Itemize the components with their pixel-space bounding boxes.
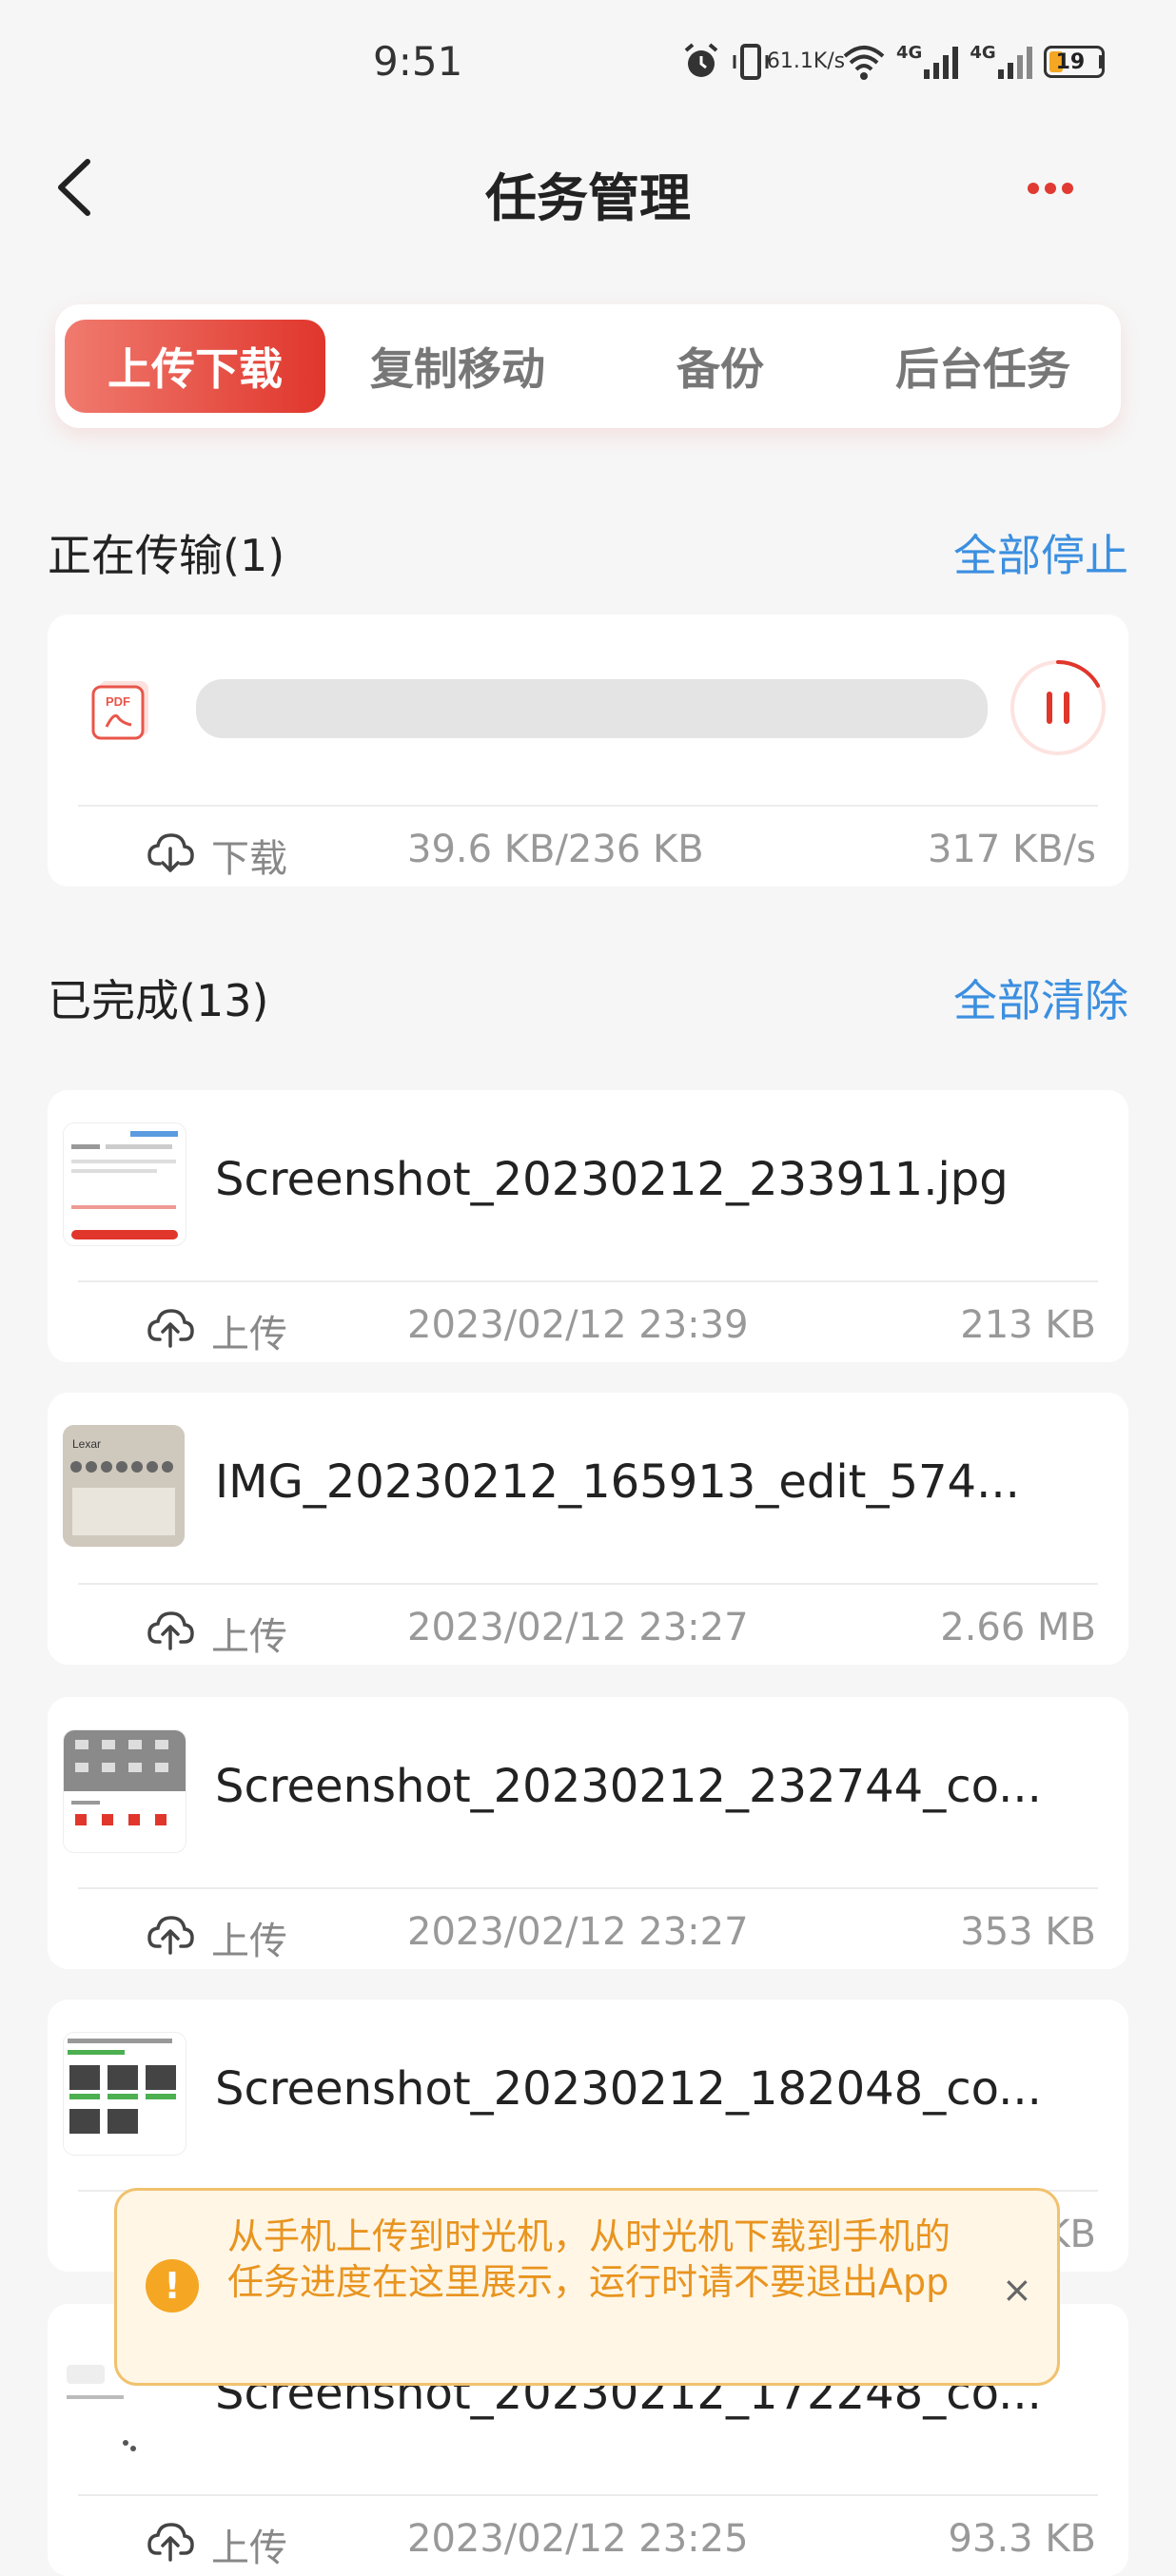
- transfer-type-label: 上传: [211, 1313, 287, 1356]
- transfer-date: 2023/02/12 23:39: [407, 1303, 749, 1347]
- transfer-progress-text: 39.6 KB/236 KB: [407, 828, 704, 871]
- file-name: Screenshot_20230212_233911.jpg: [215, 1153, 1009, 1206]
- net-speed: 61.1 K/s: [767, 51, 845, 72]
- status-bar: 9:51 61.1 K/s 4G 4G 19: [0, 0, 1176, 133]
- file-size: 353 KB: [960, 1910, 1096, 1954]
- vibrate-icon: [731, 42, 771, 82]
- signal-sim2-icon: 4G: [970, 43, 1033, 81]
- completed-title: 已完成(13): [48, 975, 269, 1026]
- divider: [78, 2494, 1098, 2496]
- file-name: Screenshot_20230212_182048_co...: [215, 2062, 1042, 2116]
- sim2-label: 4G: [970, 43, 996, 63]
- info-icon: !: [146, 2259, 199, 2313]
- transfer-date: 2023/02/12 23:27: [407, 1606, 749, 1649]
- status-icons: 61.1 K/s 4G 4G 19: [681, 38, 1105, 86]
- status-time: 9:51: [373, 38, 463, 85]
- transfer-type-label: 上传: [211, 1920, 287, 1963]
- transfer-date: 2023/02/12 23:27: [407, 1910, 749, 1954]
- tab-backup[interactable]: 备份: [590, 320, 851, 413]
- cloud-upload-icon: [147, 1910, 194, 1958]
- cloud-download-icon: [147, 828, 194, 875]
- pause-icon: [1010, 660, 1106, 755]
- cloud-upload-icon: [147, 1606, 194, 1653]
- transferring-title: 正在传输(1): [48, 530, 285, 581]
- transfer-item[interactable]: PDF 下载 39.6 KB/236 KB 317 KB/s: [48, 615, 1128, 887]
- pause-button[interactable]: [1009, 658, 1107, 757]
- svg-text:PDF: PDF: [106, 694, 130, 709]
- redacted-file-name: [196, 679, 988, 738]
- cloud-upload-icon: [147, 1303, 194, 1351]
- tab-bar: 上传下载 复制移动 备份 后台任务: [55, 304, 1121, 428]
- battery-icon: 19: [1043, 46, 1105, 78]
- wifi-icon: [841, 43, 887, 81]
- cloud-upload-icon: [147, 2517, 194, 2565]
- file-thumbnail: [63, 2032, 186, 2156]
- svg-text:Lexar: Lexar: [72, 1437, 101, 1451]
- transfer-type-label: 下载: [211, 837, 287, 881]
- list-item[interactable]: Screenshot_20230212_232744_co... 上传 2023…: [48, 1697, 1128, 1969]
- tab-upload-download[interactable]: 上传下载: [65, 320, 325, 413]
- divider: [78, 805, 1098, 807]
- alarm-icon: [681, 42, 721, 82]
- file-thumbnail: [63, 1729, 186, 1853]
- app-header: 任务管理: [0, 133, 1176, 247]
- close-icon[interactable]: ×: [1002, 2269, 1032, 2311]
- file-name: Screenshot_20230212_232744_co...: [215, 1760, 1042, 1813]
- transfer-speed: 317 KB/s: [927, 828, 1096, 871]
- divider: [78, 1887, 1098, 1889]
- file-size: 2.66 MB: [940, 1606, 1096, 1649]
- clear-all-button[interactable]: 全部清除: [953, 966, 1128, 1029]
- page-title: 任务管理: [485, 168, 691, 228]
- divider: [78, 1583, 1098, 1585]
- tab-copy-move[interactable]: 复制移动: [327, 320, 588, 413]
- stop-all-button[interactable]: 全部停止: [953, 521, 1128, 584]
- file-size: 213 KB: [960, 1303, 1096, 1347]
- file-thumbnail: [63, 1122, 186, 1246]
- more-button[interactable]: [1028, 179, 1085, 198]
- battery-level: 19: [1055, 49, 1086, 74]
- transfer-type-label: 上传: [211, 1615, 287, 1659]
- list-item[interactable]: Lexar IMG_20230212_165913_edit_574... 上传…: [48, 1393, 1128, 1665]
- more-dots-icon: [1028, 183, 1073, 194]
- info-tip: ! 从手机上传到时光机，从时光机下载到手机的任务进度在这里展示，运行时请不要退出…: [114, 2188, 1060, 2386]
- tip-text: 从手机上传到时光机，从时光机下载到手机的任务进度在这里展示，运行时请不要退出Ap…: [227, 2215, 951, 2303]
- file-name: IMG_20230212_165913_edit_574...: [215, 1455, 1020, 1509]
- file-thumbnail: Lexar: [63, 1425, 185, 1547]
- signal-sim1-icon: 4G: [896, 43, 960, 81]
- file-size: 93.3 KB: [948, 2517, 1096, 2561]
- sim1-label: 4G: [896, 43, 923, 63]
- net-speed-value: 61.1: [766, 49, 813, 73]
- transfer-date: 2023/02/12 23:25: [407, 2517, 749, 2561]
- pdf-file-icon: PDF: [89, 677, 154, 742]
- divider: [78, 1280, 1098, 1282]
- transfer-type-label: 上传: [211, 2527, 287, 2570]
- list-item[interactable]: Screenshot_20230212_233911.jpg 上传 2023/0…: [48, 1090, 1128, 1362]
- tab-background-tasks[interactable]: 后台任务: [853, 320, 1113, 413]
